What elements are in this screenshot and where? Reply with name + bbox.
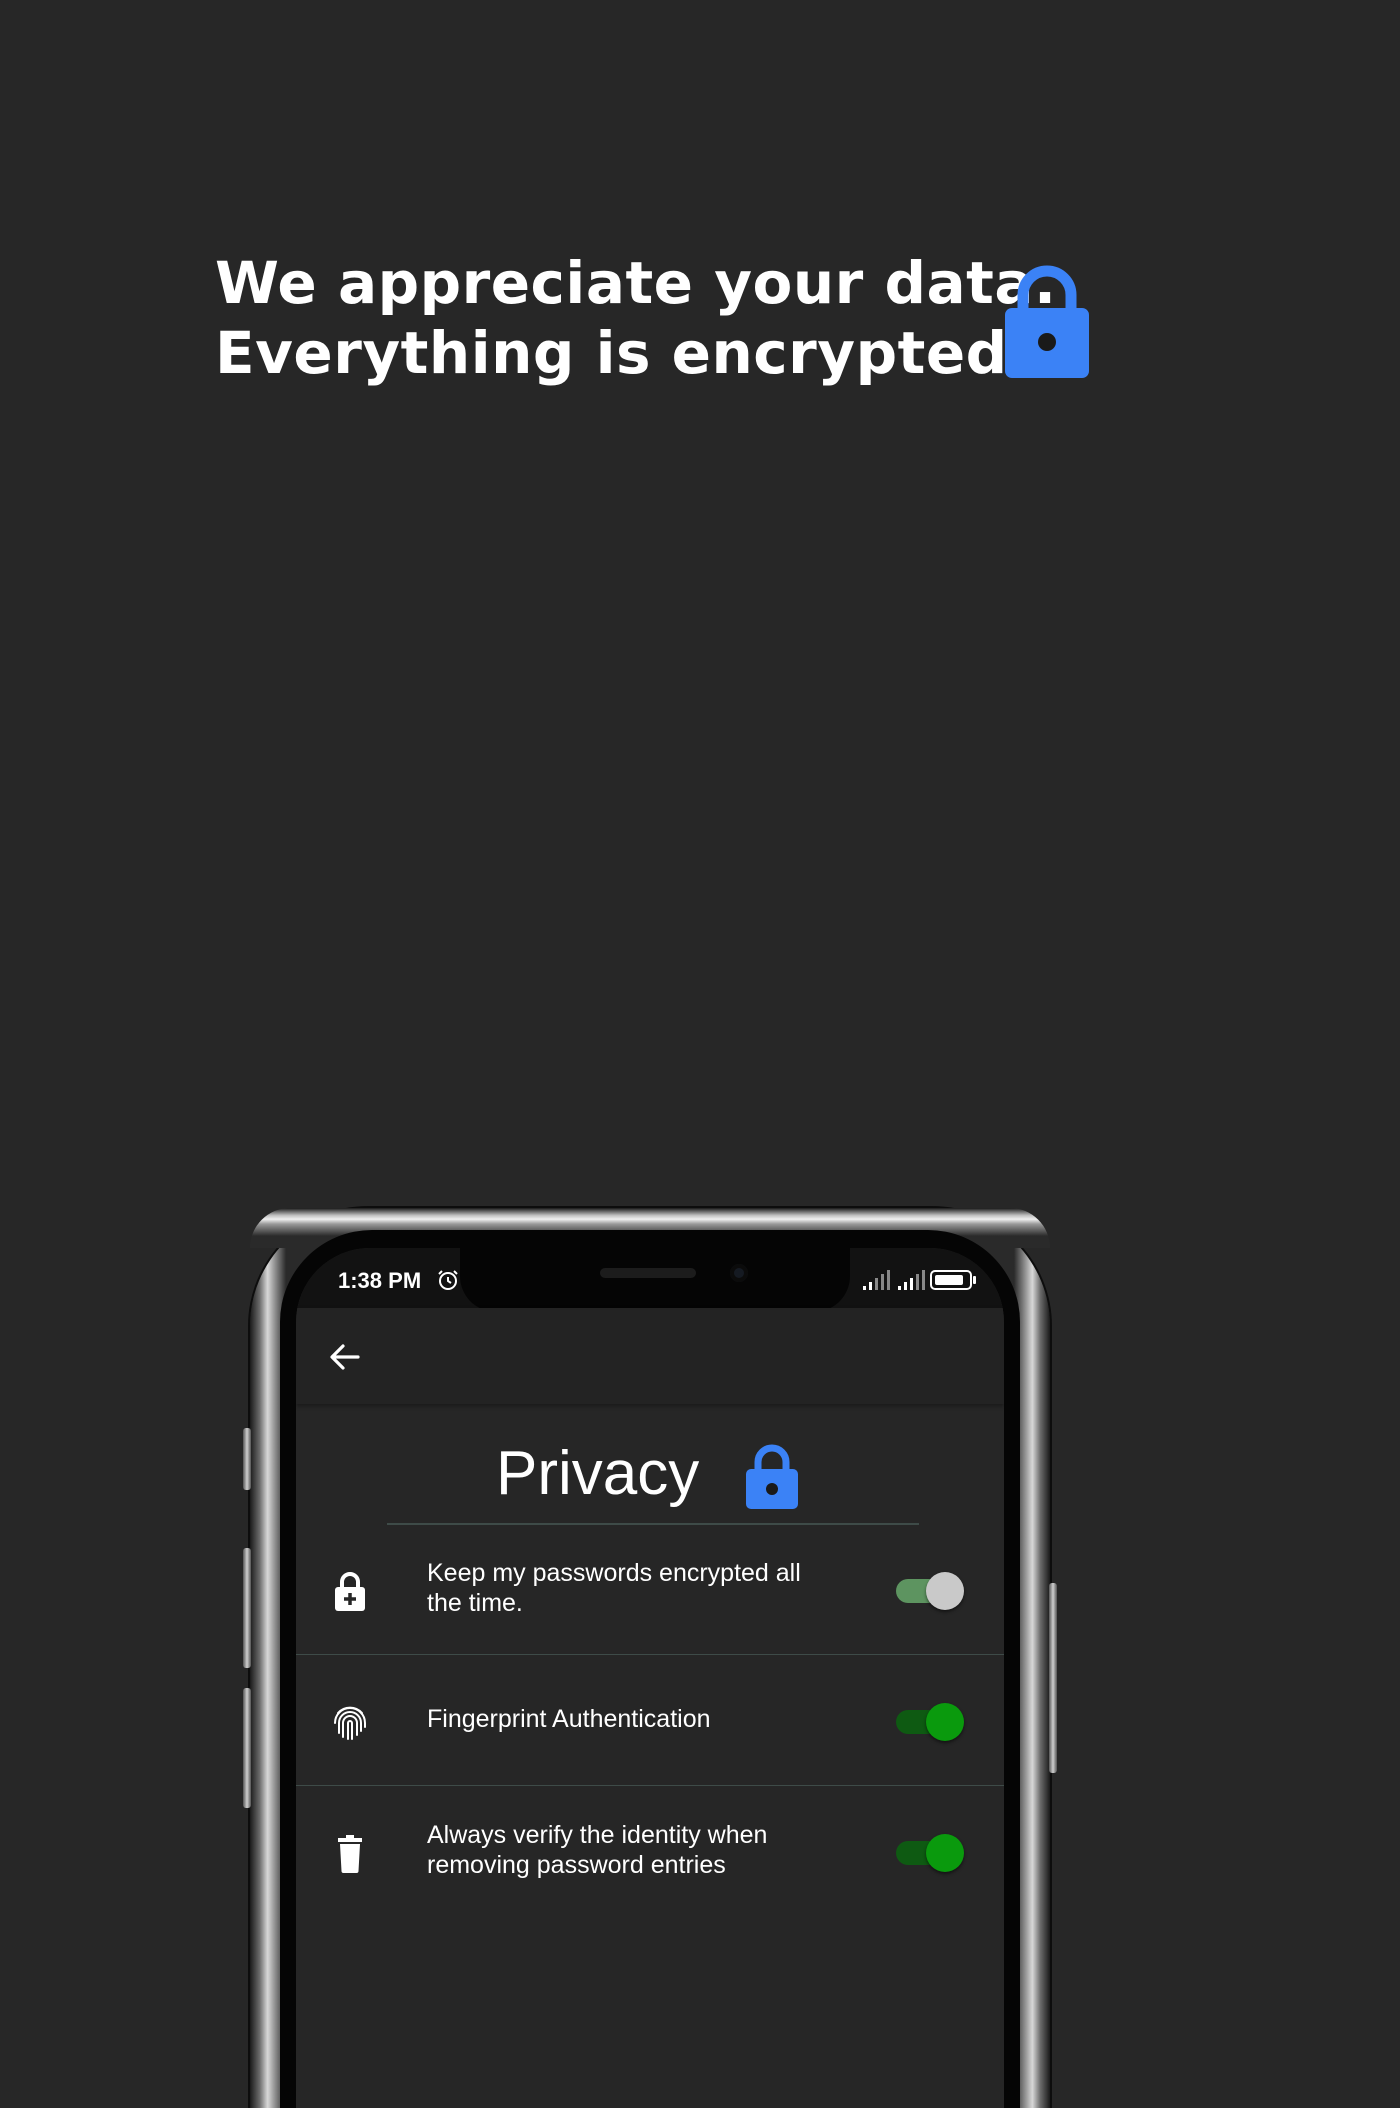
- battery-icon: [930, 1270, 976, 1290]
- headline-line-1: We appreciate your data.: [215, 249, 1057, 317]
- fingerprint-toggle[interactable]: [896, 1701, 966, 1741]
- volume-down-button: [243, 1688, 251, 1808]
- setting-row-verify-identity: Always verify the identity when removing…: [296, 1787, 1004, 1917]
- setting-label: Fingerprint Authentication: [427, 1705, 711, 1733]
- fingerprint-icon: [334, 1706, 366, 1740]
- toggle-knob: [926, 1572, 964, 1610]
- speaker-grille: [600, 1268, 696, 1278]
- lock-icon: [1005, 265, 1089, 378]
- setting-row-fingerprint: Fingerprint Authentication: [296, 1656, 1004, 1786]
- phone-notch: [460, 1248, 850, 1312]
- row-divider: [296, 1784, 1004, 1786]
- setting-row-encryption: Keep my passwords encrypted all the time…: [296, 1525, 1004, 1655]
- setting-label: Keep my passwords encrypted all the time…: [427, 1559, 801, 1617]
- headline: We appreciate your data. Everything is e…: [215, 248, 1057, 388]
- signal-icon: [863, 1270, 890, 1290]
- headline-line-2: Everything is encrypted.: [215, 319, 1031, 387]
- phone-screen: 1:38 PM Privacy Keep my passwords encryp…: [296, 1248, 1004, 2108]
- lock-icon: [746, 1444, 798, 1509]
- status-time: 1:38 PM: [338, 1268, 422, 1293]
- setting-label: Always verify the identity when removing…: [427, 1821, 768, 1879]
- encryption-toggle[interactable]: [896, 1570, 966, 1610]
- signal-icon: [898, 1270, 925, 1290]
- phone-mockup: 1:38 PM Privacy Keep my passwords encryp…: [243, 1208, 1057, 2108]
- trash-icon: [338, 1835, 362, 1873]
- row-divider: [296, 1653, 1004, 1655]
- page-title: Privacy: [496, 1439, 700, 1508]
- toggle-knob: [926, 1834, 964, 1872]
- verify-identity-toggle[interactable]: [896, 1832, 966, 1872]
- app-bar: [296, 1308, 1004, 1404]
- power-button: [1049, 1583, 1057, 1773]
- title-section: Privacy: [296, 1424, 1004, 1524]
- volume-up-button: [243, 1548, 251, 1668]
- toggle-knob: [926, 1703, 964, 1741]
- silent-switch: [243, 1428, 251, 1490]
- arrow-left-icon[interactable]: [324, 1336, 366, 1378]
- alarm-icon: [438, 1270, 458, 1290]
- front-camera: [730, 1264, 748, 1282]
- lock-plus-icon: [335, 1572, 365, 1611]
